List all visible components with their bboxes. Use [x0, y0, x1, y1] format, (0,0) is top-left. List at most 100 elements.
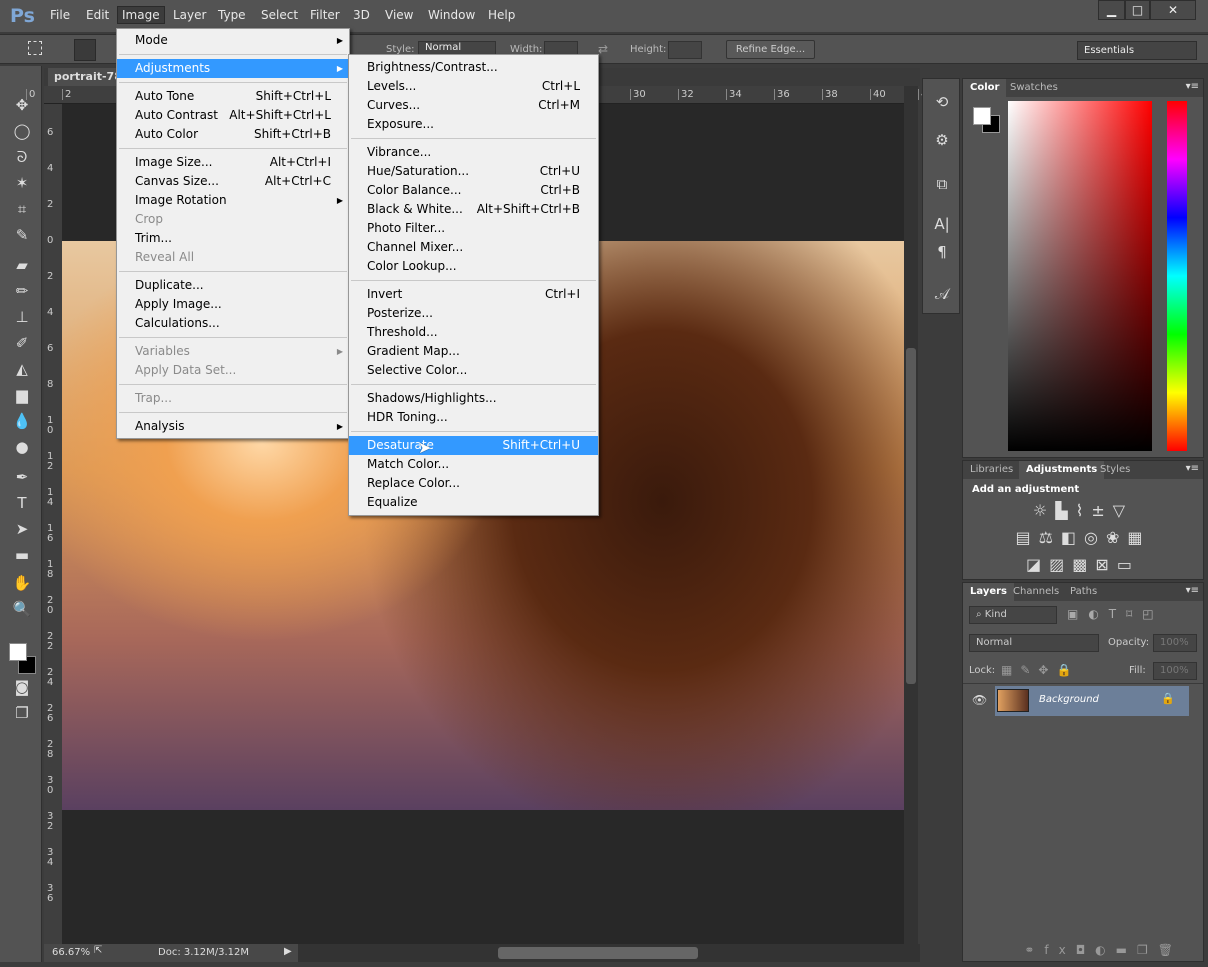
- opacity-input[interactable]: 100%: [1153, 634, 1197, 652]
- menu-item-brightness-contrast[interactable]: Brightness/Contrast...: [349, 58, 598, 77]
- elliptical-marquee-icon[interactable]: ◯: [10, 122, 34, 142]
- menu-type[interactable]: Type: [218, 8, 246, 22]
- panel-menu-icon[interactable]: ▾≡: [1186, 81, 1199, 92]
- vibrance-icon[interactable]: ▽: [1113, 501, 1133, 520]
- hue-slider[interactable]: [1167, 101, 1187, 451]
- menu-item-replace-color[interactable]: Replace Color...: [349, 474, 598, 493]
- zoom-tool-icon[interactable]: 🔍: [10, 600, 34, 620]
- menu-item-vibrance[interactable]: Vibrance...: [349, 143, 598, 162]
- levels-icon[interactable]: ▙: [1055, 501, 1075, 520]
- character-icon[interactable]: A|: [931, 215, 953, 237]
- menu-item-auto-color[interactable]: Auto Color Shift+Ctrl+B: [117, 125, 349, 144]
- crop-icon[interactable]: ⌗: [10, 200, 34, 220]
- minimize-button[interactable]: ▁: [1098, 0, 1125, 20]
- menu-view[interactable]: View: [385, 8, 413, 22]
- gradient-map-icon[interactable]: ▭: [1117, 555, 1140, 574]
- filter-icons[interactable]: ▣◐T⌑◰: [1067, 607, 1164, 621]
- height-input[interactable]: [668, 41, 702, 59]
- menu-3d[interactable]: 3D: [353, 8, 370, 22]
- close-button[interactable]: ✕: [1150, 0, 1196, 20]
- menu-item-selective-color[interactable]: Selective Color...: [349, 361, 598, 380]
- channel-mixer-icon[interactable]: ❀: [1106, 528, 1127, 547]
- foreground-color-swatch[interactable]: [973, 107, 991, 125]
- menu-item-black-white[interactable]: Black & White... Alt+Shift+Ctrl+B: [349, 200, 598, 219]
- type-tool-icon[interactable]: T: [10, 494, 34, 514]
- fill-input[interactable]: 100%: [1153, 662, 1197, 680]
- menu-file[interactable]: File: [50, 8, 70, 22]
- blend-mode-select[interactable]: Normal: [969, 634, 1099, 652]
- eyedropper-icon[interactable]: ✎: [10, 226, 34, 246]
- menu-item-hue-saturation[interactable]: Hue/Saturation... Ctrl+U: [349, 162, 598, 181]
- menu-item-auto-tone[interactable]: Auto Tone Shift+Ctrl+L: [117, 87, 349, 106]
- menu-help[interactable]: Help: [488, 8, 515, 22]
- rectangle-icon[interactable]: ▬: [10, 546, 34, 566]
- blur-icon[interactable]: 💧: [10, 412, 34, 432]
- menu-item-apply-image[interactable]: Apply Image...: [117, 295, 349, 314]
- healing-brush-icon[interactable]: ▰: [10, 256, 34, 276]
- menu-edit[interactable]: Edit: [86, 8, 109, 22]
- clone-source-icon[interactable]: ⧉: [931, 175, 953, 197]
- menu-filter[interactable]: Filter: [310, 8, 340, 22]
- gradient-icon[interactable]: ▆: [10, 386, 34, 406]
- menu-item-mode[interactable]: Mode ▶: [117, 31, 349, 50]
- foreground-color-swatch[interactable]: [9, 643, 27, 661]
- menu-item-color-balance[interactable]: Color Balance... Ctrl+B: [349, 181, 598, 200]
- menu-item-auto-contrast[interactable]: Auto Contrast Alt+Shift+Ctrl+L: [117, 106, 349, 125]
- menu-item-trim[interactable]: Trim...: [117, 229, 349, 248]
- menu-item-shadows-highlights[interactable]: Shadows/Highlights...: [349, 389, 598, 408]
- marquee-tool-icon[interactable]: [28, 41, 42, 55]
- selective-color-icon[interactable]: ⊠: [1095, 555, 1116, 574]
- menu-item-desaturate[interactable]: Desaturate Shift+Ctrl+U: [349, 436, 598, 455]
- menu-item-adjustments[interactable]: Adjustments ▶: [117, 59, 349, 78]
- menu-item-curves[interactable]: Curves... Ctrl+M: [349, 96, 598, 115]
- curves-icon[interactable]: ⌇: [1076, 501, 1092, 520]
- menu-item-calculations[interactable]: Calculations...: [117, 314, 349, 333]
- tab-color[interactable]: Color: [963, 79, 1007, 97]
- clone-stamp-icon[interactable]: ⊥: [10, 308, 34, 328]
- menu-item-analysis[interactable]: Analysis ▶: [117, 417, 349, 436]
- path-selection-icon[interactable]: ➤: [10, 520, 34, 540]
- visibility-eye-icon[interactable]: 👁: [972, 693, 987, 707]
- menu-item-threshold[interactable]: Threshold...: [349, 323, 598, 342]
- threshold-icon[interactable]: ▩: [1072, 555, 1095, 574]
- workspace-select[interactable]: Essentials: [1077, 41, 1197, 60]
- menu-item-posterize[interactable]: Posterize...: [349, 304, 598, 323]
- tab-paths[interactable]: Paths: [1063, 583, 1104, 601]
- new-selection-icon[interactable]: [74, 39, 96, 61]
- glyphs-icon[interactable]: 𝒜: [931, 285, 953, 307]
- tab-adjustments[interactable]: Adjustments: [1019, 461, 1105, 479]
- menu-item-gradient-map[interactable]: Gradient Map...: [349, 342, 598, 361]
- menu-image[interactable]: Image: [117, 6, 165, 24]
- horizontal-scrollbar[interactable]: [298, 944, 920, 962]
- menu-item-photo-filter[interactable]: Photo Filter...: [349, 219, 598, 238]
- share-icon[interactable]: ⇱: [94, 945, 102, 956]
- layer-kind-filter[interactable]: ⌕ Kind: [969, 606, 1057, 624]
- tab-libraries[interactable]: Libraries: [963, 461, 1020, 479]
- menu-item-channel-mixer[interactable]: Channel Mixer...: [349, 238, 598, 257]
- tab-swatches[interactable]: Swatches: [1003, 79, 1065, 97]
- color-balance-icon[interactable]: ⚖: [1039, 528, 1061, 547]
- eraser-icon[interactable]: ◭: [10, 360, 34, 380]
- photo-filter-icon[interactable]: ◎: [1084, 528, 1106, 547]
- menu-item-levels[interactable]: Levels... Ctrl+L: [349, 77, 598, 96]
- hue-saturation-icon[interactable]: ▤: [1015, 528, 1038, 547]
- lasso-icon[interactable]: ᘐ: [10, 148, 34, 168]
- color-lookup-icon[interactable]: ▦: [1127, 528, 1150, 547]
- hand-icon[interactable]: ✋: [10, 574, 34, 594]
- layer-row[interactable]: Background 🔒: [995, 686, 1189, 716]
- posterize-icon[interactable]: ▨: [1049, 555, 1072, 574]
- menu-item-duplicate[interactable]: Duplicate...: [117, 276, 349, 295]
- menu-item-image-rotation[interactable]: Image Rotation ▶: [117, 191, 349, 210]
- menu-item-invert[interactable]: Invert Ctrl+I: [349, 285, 598, 304]
- lock-icons[interactable]: ▦✎✥🔒: [1001, 663, 1079, 677]
- tab-channels[interactable]: Channels: [1006, 583, 1066, 601]
- scrollbar-thumb[interactable]: [498, 947, 698, 959]
- menu-window[interactable]: Window: [428, 8, 475, 22]
- panel-menu-icon[interactable]: ▾≡: [1186, 585, 1199, 596]
- menu-item-color-lookup[interactable]: Color Lookup...: [349, 257, 598, 276]
- brightness-icon[interactable]: ☼: [1033, 501, 1055, 520]
- exposure-icon[interactable]: ±: [1091, 501, 1112, 520]
- menu-item-match-color[interactable]: Match Color...: [349, 455, 598, 474]
- tab-styles[interactable]: Styles: [1093, 461, 1137, 479]
- black-white-icon[interactable]: ◧: [1061, 528, 1084, 547]
